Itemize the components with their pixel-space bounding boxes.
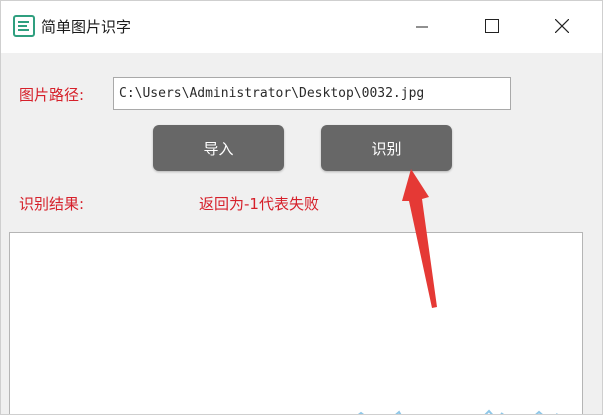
close-icon <box>554 18 570 37</box>
recognize-button-label: 识别 <box>371 139 402 158</box>
window-title: 简单图片识字 <box>41 18 132 36</box>
maximize-icon <box>485 18 499 37</box>
import-button-label: 导入 <box>203 139 234 158</box>
annotation-arrow-icon <box>401 161 451 315</box>
image-path-label: 图片路径: <box>19 86 85 104</box>
result-textarea[interactable] <box>9 232 583 414</box>
minimize-button[interactable] <box>387 1 457 53</box>
image-path-input[interactable]: C:\Users\Administrator\Desktop\0032.jpg <box>113 77 511 110</box>
result-label: 识别结果: <box>19 195 85 213</box>
watermark-logo <box>351 405 581 414</box>
result-hint: 返回为-1代表失败 <box>199 195 319 213</box>
maximize-button[interactable] <box>457 1 527 53</box>
close-button[interactable] <box>527 1 597 53</box>
title-bar[interactable]: 简单图片识字 <box>1 1 602 53</box>
minimize-icon <box>416 18 428 37</box>
import-button[interactable]: 导入 <box>153 125 284 171</box>
app-icon <box>13 15 35 37</box>
app-window: 简单图片识字 图片路径: C:\Users\Administrator\Desk… <box>0 0 603 415</box>
